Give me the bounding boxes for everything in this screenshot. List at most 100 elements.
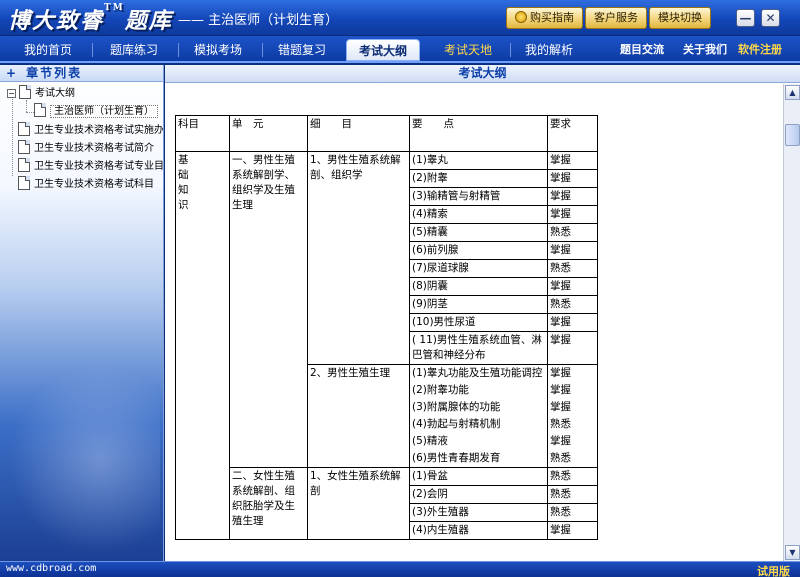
point-cell: (2)会阴 (409, 485, 548, 504)
nav-separator (178, 43, 179, 57)
point-cell: (1)骨盆 (409, 467, 548, 486)
point-cell: (4)精索 (409, 205, 548, 224)
tree-guide-line (26, 112, 34, 113)
module-switch-button[interactable]: 模块切换 (649, 7, 711, 29)
requirement-cell: 掌握 (547, 241, 598, 260)
tab-error-review[interactable]: 错题复习 (264, 39, 340, 61)
status-website: www.cdbroad.com (6, 563, 97, 574)
tab-home[interactable]: 我的首页 (10, 39, 86, 61)
nav-separator (92, 43, 93, 57)
nav-separator (262, 43, 263, 57)
nav-separator (510, 43, 511, 57)
point-cell: (5)精液 (409, 433, 548, 450)
tree-node-exam-subjects[interactable]: 卫生专业技术资格考试科目 (18, 176, 154, 192)
status-bar: www.cdbroad.com 试用版 (0, 561, 800, 577)
tree-node-implementation-measures[interactable]: 卫生专业技术资格考试实施办 (18, 122, 164, 138)
requirement-cell: 掌握 (547, 313, 598, 332)
point-cell: (5)精囊 (409, 223, 548, 242)
requirement-cell: 掌握 (547, 364, 598, 382)
window-subtitle: —— 主治医师（计划生育） (178, 13, 339, 28)
tree-node-exam-syllabus[interactable]: − 考试大纲 (7, 85, 75, 101)
title-bar: 博大致睿TM题库 —— 主治医师（计划生育） 购买指南 客户服务 模块切换 — … (0, 0, 800, 36)
link-question-exchange[interactable]: 题目交流 (620, 41, 664, 57)
nav-bar: 我的首页 题库练习 模拟考场 错题复习 考试大纲 考试天地 我的解析 题目交流 … (0, 36, 800, 63)
point-cell: (2)附睾 (409, 169, 548, 188)
brand-name: 博大致睿 (8, 8, 105, 34)
syllabus-table: 科目 单 元 细 目 要 点 要求 基 础 知 识 一、男性生殖系统解剖学、组织… (175, 115, 598, 540)
subject-char: 知 (178, 184, 189, 196)
requirement-cell: 掌握 (547, 151, 598, 170)
brand-suffix: 题库 (124, 8, 173, 34)
scroll-up-icon[interactable]: ▲ (785, 85, 800, 100)
tab-question-practice[interactable]: 题库练习 (96, 39, 172, 61)
link-software-register[interactable]: 软件注册 (738, 41, 782, 57)
table-row: 二、女性生殖系统解剖、组织胚胎学及生殖生理 1、女性生殖系统解剖 (1)骨盆 熟… (176, 467, 598, 540)
collapse-icon[interactable]: − (7, 89, 16, 98)
requirement-cell: 掌握 (547, 187, 598, 206)
table-row: 基 础 知 识 一、男性生殖系统解剖学、组织学及生殖生理 1、男性生殖系统解剖、… (175, 151, 598, 540)
detail-cell: 1、男性生殖系统解剖、组织学 (307, 151, 410, 365)
minimize-button[interactable]: — (736, 9, 755, 27)
tree-node-label: 卫生专业技术资格考试简介 (34, 143, 154, 154)
tree-node-label: 卫生专业技术资格考试实施办 (34, 125, 164, 136)
point-cell: (3)附属腺体的功能 (409, 399, 548, 416)
point-cell: (6)前列腺 (409, 241, 548, 260)
scrollbar-thumb[interactable] (785, 124, 800, 146)
chapter-sidebar: + 章节列表 − 考试大纲 主治医师（计划生育） 卫生专业技术资格考试实施办 卫生专… (0, 65, 164, 561)
point-cell: (1)睾丸 (409, 151, 548, 170)
requirement-cell: 掌握 (547, 399, 598, 416)
document-icon (18, 122, 30, 136)
tree-node-specialty-catalog[interactable]: 卫生专业技术资格考试专业目 (18, 158, 163, 174)
tree-node-label: 主治医师（计划生育） (50, 105, 158, 118)
customer-service-label: 客户服务 (594, 11, 638, 24)
header-detail: 细 目 (307, 115, 410, 152)
point-cell: (3)输精管与射精管 (409, 187, 548, 206)
tree-node-exam-introduction[interactable]: 卫生专业技术资格考试简介 (18, 140, 154, 156)
purchase-guide-label: 购买指南 (530, 11, 574, 24)
vertical-scrollbar[interactable]: ▲ ▼ (783, 84, 800, 561)
tab-my-analysis[interactable]: 我的解析 (514, 39, 584, 61)
detail-cell: 2、男性生殖生理 (307, 364, 410, 468)
document-icon (18, 140, 30, 154)
point-cell: (10)男性尿道 (409, 313, 548, 332)
tree-node-label: 考试大纲 (35, 88, 75, 99)
brand-logo: 博大致睿TM题库 (8, 3, 173, 35)
customer-service-button[interactable]: 客户服务 (585, 7, 647, 29)
requirement-cell: 掌握 (547, 277, 598, 296)
module-switch-label: 模块切换 (658, 11, 702, 24)
detail-cell: 1、女性生殖系统解剖 (307, 467, 410, 540)
tree-guide-line (12, 94, 13, 176)
requirement-cell: 熟悉 (547, 450, 598, 468)
link-about-us[interactable]: 关于我们 (683, 41, 727, 57)
sidebar-title: 章节列表 (26, 66, 83, 80)
point-cell: (8)阴囊 (409, 277, 548, 296)
document-icon (19, 85, 31, 99)
requirement-cell: 掌握 (547, 205, 598, 224)
coin-icon (515, 11, 527, 23)
tree-node-label: 卫生专业技术资格考试科目 (34, 179, 154, 190)
point-cell: (9)阴茎 (409, 295, 548, 314)
sidebar-background-photo (10, 365, 160, 555)
requirement-cell: 掌握 (547, 169, 598, 188)
requirement-cell: 掌握 (547, 521, 598, 540)
purchase-guide-button[interactable]: 购买指南 (506, 7, 583, 29)
requirement-cell: 熟悉 (547, 223, 598, 242)
requirement-cell: 熟悉 (547, 259, 598, 278)
tab-mock-exam[interactable]: 模拟考场 (180, 39, 256, 61)
header-subject: 科目 (175, 115, 230, 152)
header-point: 要 点 (409, 115, 548, 152)
scroll-down-icon[interactable]: ▼ (785, 545, 800, 560)
requirement-cell: 熟悉 (547, 295, 598, 314)
tree-node-attending-family-planning[interactable]: 主治医师（计划生育） (34, 103, 158, 119)
header-unit: 单 元 (229, 115, 308, 152)
point-cell: (4)内生殖器 (409, 521, 548, 540)
document-icon (18, 176, 30, 190)
requirement-cell: 掌握 (547, 433, 598, 450)
subject-char: 基 (178, 154, 189, 166)
close-button[interactable]: ✕ (761, 9, 780, 27)
tab-exam-world[interactable]: 考试天地 (430, 39, 506, 61)
app-window: 博大致睿TM题库 —— 主治医师（计划生育） 购买指南 客户服务 模块切换 — … (0, 0, 800, 577)
document-icon (34, 103, 46, 117)
main-header: 考试大纲 (165, 65, 800, 83)
tab-exam-syllabus[interactable]: 考试大纲 (346, 39, 420, 61)
